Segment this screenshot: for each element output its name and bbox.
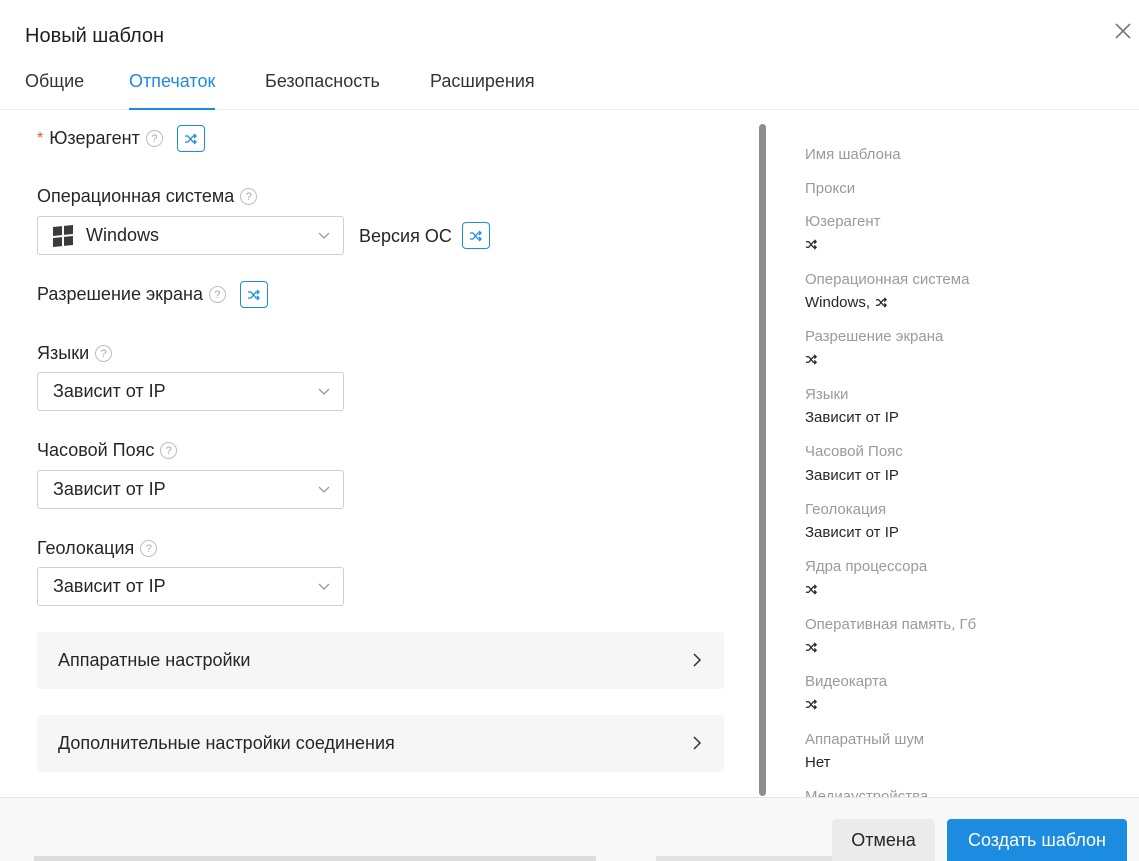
shuffle-icon <box>805 699 818 710</box>
useragent-label-text: Юзерагент <box>49 128 140 148</box>
required-mark: * <box>37 129 44 147</box>
screen-label: Разрешение экрана ? <box>37 284 226 305</box>
geolocation-label: Геолокация ? <box>37 538 158 559</box>
summary-value <box>805 641 818 654</box>
help-icon[interactable]: ? <box>160 442 178 459</box>
useragent-shuffle-button[interactable] <box>177 125 205 152</box>
geolocation-select[interactable]: Зависит от IP <box>37 567 344 606</box>
chevron-down-icon <box>318 486 330 493</box>
summary-label: Разрешение экрана <box>805 328 944 345</box>
help-icon[interactable]: ? <box>140 540 158 557</box>
shuffle-icon <box>470 230 482 241</box>
chevron-down-icon <box>318 388 330 395</box>
create-template-button[interactable]: Создать шаблон <box>947 819 1127 861</box>
tab-bar: Общие Отпечаток Безопасность Расширения <box>0 62 1139 110</box>
languages-label-text: Языки <box>37 343 90 363</box>
timezone-select-value: Зависит от IP <box>53 479 166 499</box>
languages-select[interactable]: Зависит от IP <box>37 372 344 411</box>
summary-label: Часовой Пояс <box>805 443 903 460</box>
summary-value <box>805 238 818 251</box>
close-icon <box>1115 23 1131 39</box>
summary-label: Языки <box>805 386 849 403</box>
summary-label: Юзерагент <box>805 213 881 230</box>
hardware-settings-section[interactable]: Аппаратные настройки <box>37 632 724 689</box>
shuffle-icon <box>875 297 888 308</box>
useragent-label: * Юзерагент ? <box>37 128 163 149</box>
timezone-label: Часовой Пояс ? <box>37 440 178 461</box>
chevron-right-icon <box>693 736 702 750</box>
summary-label: Геолокация <box>805 501 887 518</box>
windows-icon <box>53 224 73 247</box>
summary-label: Видеокарта <box>805 673 888 690</box>
screen-label-text: Разрешение экрана <box>37 284 203 304</box>
chevron-down-icon <box>318 583 330 590</box>
help-icon[interactable]: ? <box>145 130 163 147</box>
summary-value-text: Windows, <box>805 294 871 311</box>
timezone-select[interactable]: Зависит от IP <box>37 470 344 509</box>
summary-value: Windows, <box>805 294 888 311</box>
summary-value <box>805 583 818 596</box>
shuffle-icon <box>185 133 197 144</box>
screen-shuffle-button[interactable] <box>240 281 268 308</box>
shuffle-icon <box>805 354 818 365</box>
languages-select-value: Зависит от IP <box>53 381 166 401</box>
geolocation-label-text: Геолокация <box>37 538 135 558</box>
tab-general[interactable]: Общие <box>25 70 84 110</box>
summary-value: Зависит от IP <box>805 467 899 484</box>
help-icon[interactable]: ? <box>208 286 226 303</box>
os-version-shuffle-button[interactable] <box>462 222 490 249</box>
close-button[interactable] <box>1110 18 1136 44</box>
tab-extensions[interactable]: Расширения <box>430 70 535 110</box>
shuffle-icon <box>248 289 260 300</box>
summary-label: Аппаратный шум <box>805 731 925 748</box>
summary-value: Зависит от IP <box>805 524 899 541</box>
os-version-label: Версия ОС <box>359 226 452 246</box>
modal-footer: Отмена Создать шаблон <box>0 797 1139 861</box>
timezone-label-text: Часовой Пояс <box>37 440 155 460</box>
form-scrollbar[interactable] <box>759 124 766 796</box>
connection-settings-label: Дополнительные настройки соединения <box>58 733 395 753</box>
tab-fingerprint[interactable]: Отпечаток <box>129 70 216 110</box>
chevron-right-icon <box>693 653 702 667</box>
geolocation-select-value: Зависит от IP <box>53 576 166 596</box>
summary-value <box>805 353 818 366</box>
summary-label: Оперативная память, Гб <box>805 616 977 633</box>
os-select[interactable]: Windows <box>37 216 344 255</box>
languages-label: Языки ? <box>37 343 113 364</box>
help-icon[interactable]: ? <box>240 188 258 205</box>
summary-label: Операционная система <box>805 271 970 288</box>
summary-value <box>805 698 818 711</box>
modal-title: Новый шаблон <box>25 25 165 47</box>
shuffle-icon <box>805 239 818 250</box>
summary-label: Прокси <box>805 180 856 197</box>
os-label: Операционная система ? <box>37 186 258 207</box>
horizontal-scrollbar[interactable] <box>34 856 596 861</box>
shuffle-icon <box>805 584 818 595</box>
shuffle-icon <box>805 642 818 653</box>
summary-panel: Имя шаблона Прокси Юзерагент Операционна… <box>766 110 1139 798</box>
tab-security[interactable]: Безопасность <box>265 70 380 110</box>
help-icon[interactable]: ? <box>95 345 113 362</box>
summary-value: Зависит от IP <box>805 409 899 426</box>
chevron-down-icon <box>318 232 330 239</box>
summary-value: Нет <box>805 754 831 771</box>
cancel-button[interactable]: Отмена <box>832 819 935 861</box>
os-label-text: Операционная система <box>37 186 235 206</box>
hardware-settings-label: Аппаратные настройки <box>58 650 251 670</box>
horizontal-scrollbar-track <box>656 856 832 861</box>
os-select-value: Windows <box>86 225 160 245</box>
summary-label: Ядра процессора <box>805 558 928 575</box>
fingerprint-form: * Юзерагент ? Операционная система ? Win… <box>0 110 757 798</box>
connection-settings-section[interactable]: Дополнительные настройки соединения <box>37 715 724 772</box>
summary-label: Имя шаблона <box>805 146 901 163</box>
